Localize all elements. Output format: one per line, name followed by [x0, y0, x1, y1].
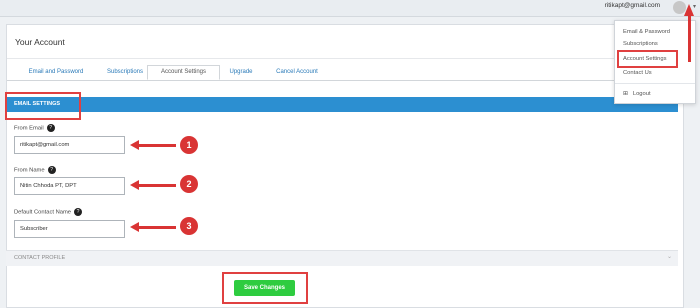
menu-divider: [615, 83, 695, 84]
help-icon[interactable]: ?: [74, 208, 83, 216]
from-name-label: From Name?: [14, 166, 56, 174]
tab-email-and-password[interactable]: Email and Password: [17, 66, 95, 79]
tab-subscriptions[interactable]: Subscriptions: [95, 66, 155, 79]
annotation-arrow-head: [684, 4, 694, 16]
highlight-box-email-settings: [5, 92, 81, 120]
tab-cancel-account[interactable]: Cancel Account: [264, 66, 330, 79]
divider: [7, 58, 683, 59]
annotation-arrow-line: [138, 184, 176, 187]
save-changes-button[interactable]: Save Changes: [234, 280, 295, 296]
email-settings-header[interactable]: EMAIL SETTINGS: [6, 97, 678, 112]
menu-item-subscriptions[interactable]: Subscriptions: [623, 41, 658, 47]
from-email-label: From Email?: [14, 124, 55, 132]
annotation-arrow-line: [138, 226, 176, 229]
annotation-arrow-line: [688, 16, 691, 62]
default-contact-name-label: Default Contact Name?: [14, 208, 83, 216]
account-tabs: Email and Password Subscriptions Account…: [7, 65, 683, 80]
help-icon[interactable]: ?: [46, 124, 55, 132]
annotation-badge-2: 2: [180, 175, 198, 193]
menu-item-logout[interactable]: ⊞ Logout: [623, 91, 651, 97]
help-icon[interactable]: ?: [47, 166, 56, 174]
page-title: Your Account: [15, 37, 65, 47]
tab-account-settings[interactable]: Account Settings: [147, 65, 220, 80]
tab-upgrade[interactable]: Upgrade: [218, 66, 264, 79]
from-name-field[interactable]: [14, 177, 125, 195]
contact-profile-header[interactable]: CONTACT PROFILE ⌄: [6, 250, 678, 266]
menu-item-contact-us[interactable]: Contact Us: [623, 70, 652, 76]
annotation-arrow-line: [138, 144, 176, 147]
top-bar: ritikapt@gmail.com ▾: [0, 0, 700, 17]
contact-profile-label: CONTACT PROFILE: [14, 255, 66, 261]
chevron-down-icon: ⌄: [666, 254, 672, 260]
user-email: ritikapt@gmail.com: [604, 2, 660, 9]
menu-item-email-password[interactable]: Email & Password: [623, 29, 670, 35]
default-contact-name-field[interactable]: [14, 220, 125, 238]
logout-icon: ⊞: [623, 91, 628, 97]
annotation-badge-1: 1: [180, 136, 198, 154]
highlight-box-account-settings: [617, 50, 678, 68]
annotation-badge-3: 3: [180, 217, 198, 235]
tabs-divider: [7, 80, 683, 81]
from-email-field[interactable]: [14, 136, 125, 154]
